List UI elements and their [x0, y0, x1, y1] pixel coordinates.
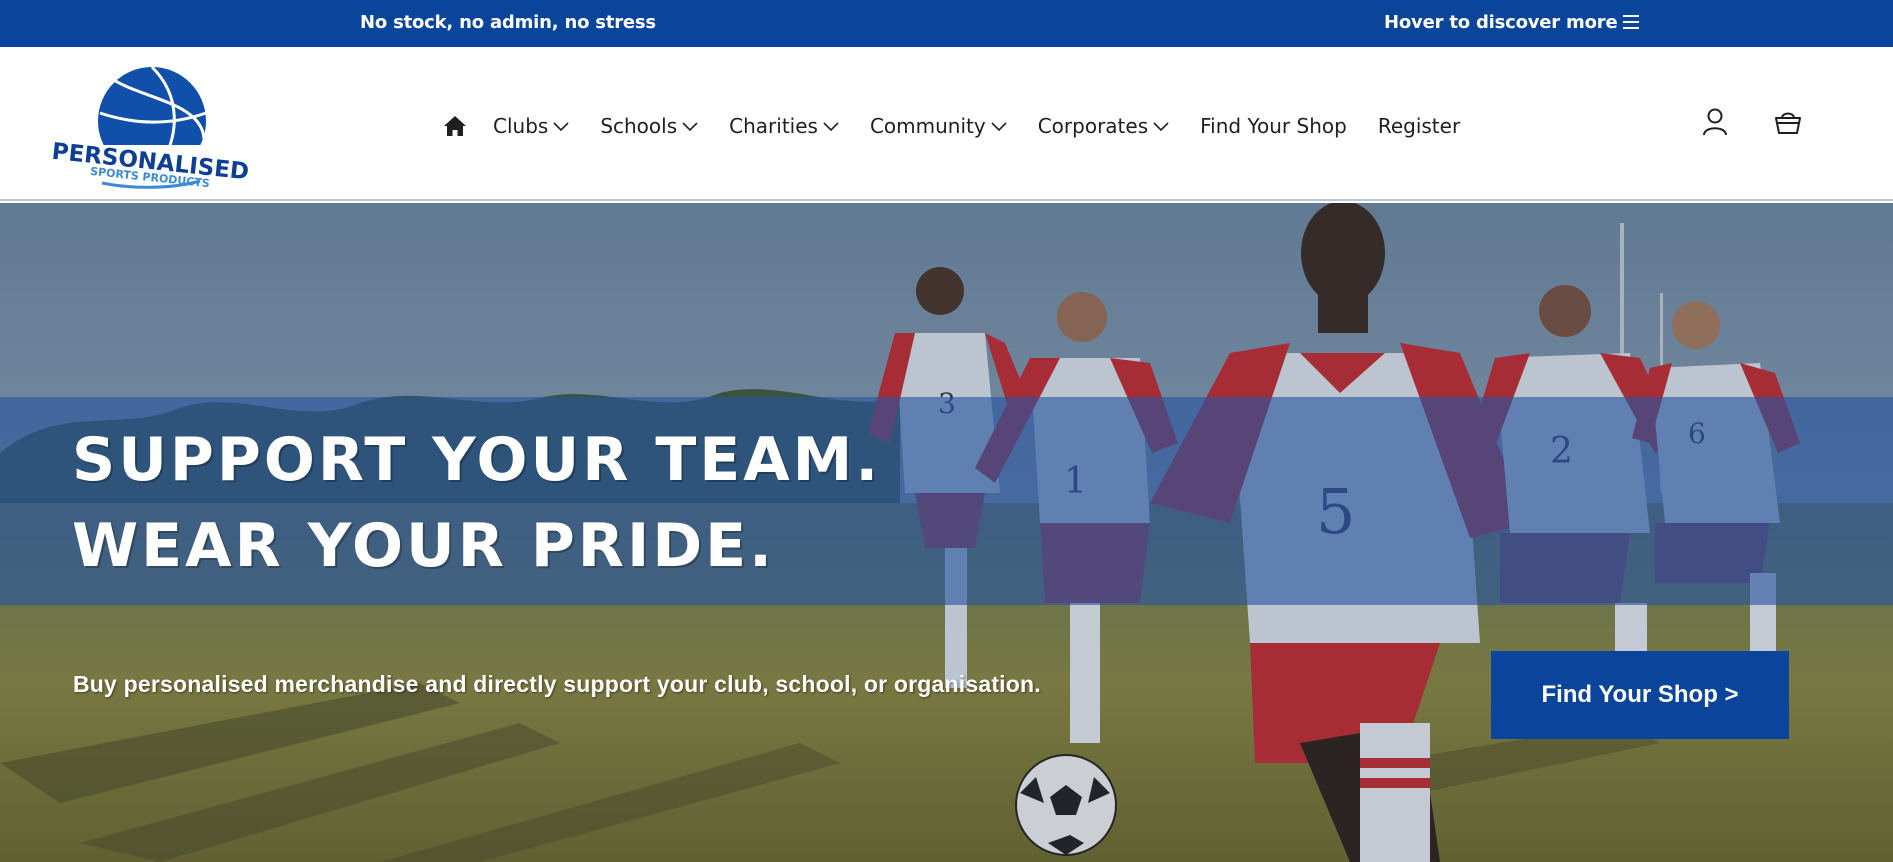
- nav-item-charities[interactable]: Charities: [729, 114, 840, 138]
- chevron-down-icon: [823, 122, 839, 132]
- nav-item-label: Register: [1377, 114, 1461, 138]
- headline-line2: WEAR YOUR PRIDE.: [72, 511, 775, 581]
- hamburger-menu-icon[interactable]: [1622, 13, 1640, 31]
- chevron-down-icon: [1153, 122, 1169, 132]
- nav-item-label: Schools: [600, 114, 678, 138]
- find-your-shop-button[interactable]: Find Your Shop >: [1491, 651, 1789, 739]
- nav-item-label: Charities: [729, 114, 818, 138]
- chevron-down-icon: [553, 122, 569, 132]
- user-icon[interactable]: [1701, 107, 1729, 137]
- nav-item-find-your-shop[interactable]: Find Your Shop: [1200, 114, 1347, 138]
- main-nav: Clubs Schools Charities Community Corpor…: [443, 111, 1491, 141]
- hero-banner: 3 1: [0, 203, 1893, 862]
- chevron-down-icon: [682, 122, 698, 132]
- nav-item-label: Clubs: [493, 114, 549, 138]
- site-header: PERSONALISED SPORTS PRODUCTS Clubs Schoo…: [0, 47, 1893, 201]
- hero-headline: SUPPORT YOUR TEAM. WEAR YOUR PRIDE.: [72, 417, 881, 589]
- nav-item-community[interactable]: Community: [870, 114, 1008, 138]
- announcement-message: No stock, no admin, no stress: [360, 12, 656, 33]
- chevron-down-icon: [991, 122, 1007, 132]
- headline-line1: SUPPORT YOUR TEAM.: [72, 425, 882, 495]
- home-icon[interactable]: [443, 115, 467, 137]
- nav-item-clubs[interactable]: Clubs: [493, 114, 570, 138]
- nav-item-schools[interactable]: Schools: [600, 114, 699, 138]
- announcement-bar: No stock, no admin, no stress Hover to d…: [0, 0, 1893, 47]
- nav-item-label: Find Your Shop: [1200, 114, 1347, 138]
- nav-item-corporates[interactable]: Corporates: [1038, 114, 1170, 138]
- site-logo[interactable]: PERSONALISED SPORTS PRODUCTS: [52, 65, 248, 189]
- basket-icon[interactable]: [1774, 108, 1802, 136]
- hover-discover-link[interactable]: Hover to discover more: [1384, 12, 1618, 33]
- nav-item-register[interactable]: Register: [1378, 114, 1460, 138]
- hero-subline: Buy personalised merchandise and directl…: [73, 671, 1041, 697]
- nav-item-label: Community: [869, 114, 986, 138]
- nav-item-label: Corporates: [1037, 114, 1149, 138]
